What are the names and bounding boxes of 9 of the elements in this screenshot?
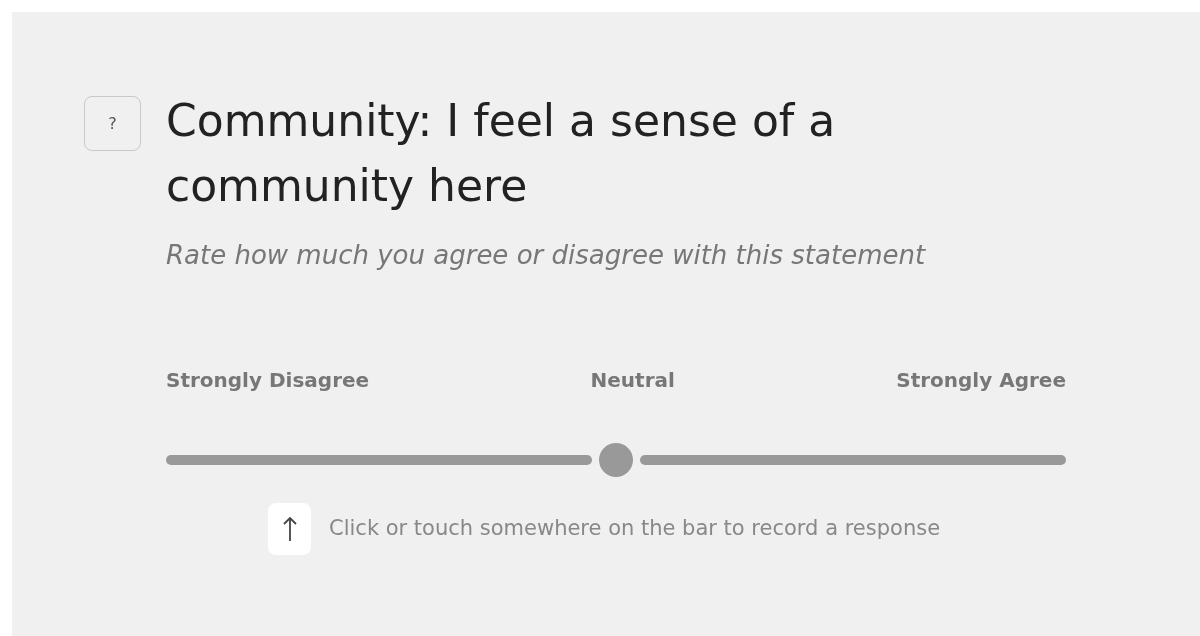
scale-label: Neutral: [590, 367, 675, 394]
scale-label: Strongly Agree: [896, 367, 1066, 394]
hint-text: Click or touch somewhere on the bar to record a response: [329, 515, 941, 543]
scale-label: Strongly Disagree: [166, 367, 370, 394]
slider-thumb[interactable]: [599, 443, 633, 477]
question-title: Community: I feel a sense of a community here: [166, 94, 837, 213]
slider[interactable]: [166, 443, 1066, 477]
help-button[interactable]: ?: [84, 96, 141, 151]
instruction-text: Rate how much you agree or disagree with this statement: [166, 239, 927, 272]
